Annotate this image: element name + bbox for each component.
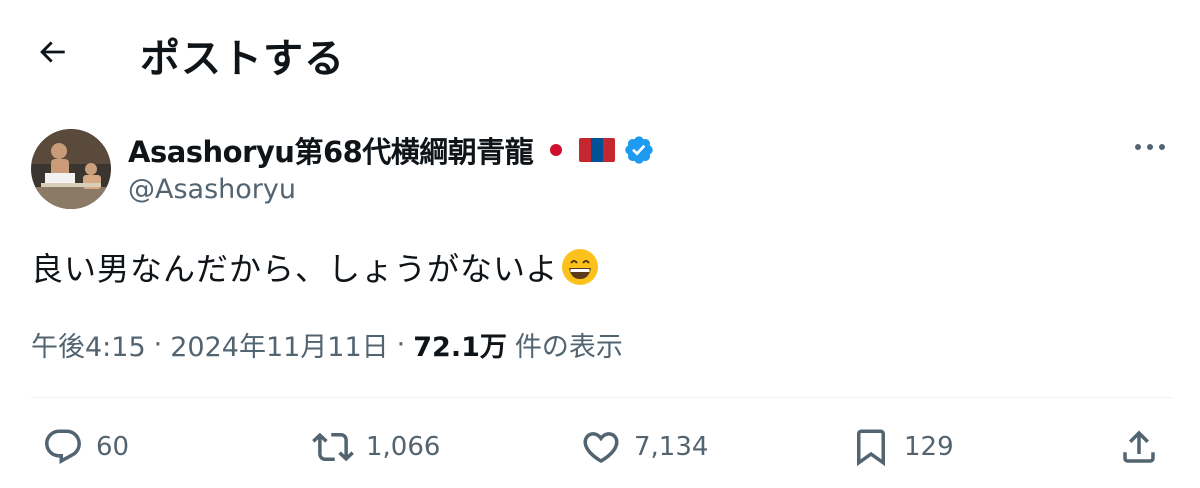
- post-text: 良い男なんだから、しょうがないよ: [31, 250, 559, 288]
- author-name-row[interactable]: Asashoryu第68代横綱朝青龍: [128, 130, 655, 170]
- japan-flag-icon: [541, 138, 571, 162]
- like-count: 7,134: [634, 432, 709, 462]
- action-bar: 60 1,066 7,134 129: [0, 420, 1200, 476]
- more-icon: [1135, 144, 1165, 150]
- reply-count: 60: [96, 432, 130, 462]
- back-button[interactable]: [28, 28, 76, 76]
- repost-button[interactable]: 1,066: [312, 426, 440, 468]
- post-time[interactable]: 午後4:15: [31, 325, 146, 364]
- view-count[interactable]: 72.1万: [413, 325, 507, 364]
- bookmark-button[interactable]: 129: [850, 426, 954, 468]
- view-count-label: 件の表示: [514, 332, 623, 363]
- avatar-photo: [31, 129, 111, 209]
- user-handle[interactable]: @Asashoryu: [128, 174, 296, 205]
- repost-count: 1,066: [366, 432, 441, 462]
- like-button[interactable]: 7,134: [580, 426, 708, 468]
- display-name[interactable]: Asashoryu第68代横綱朝青龍: [128, 129, 534, 171]
- verified-badge-icon: [625, 136, 653, 164]
- repost-icon: [312, 432, 354, 462]
- share-button[interactable]: [1118, 426, 1160, 468]
- bookmark-count: 129: [904, 432, 954, 462]
- separator-dot: ·: [396, 329, 406, 360]
- post-meta: 午後4:15 · 2024年11月11日 · 72.1万 件の表示: [31, 325, 623, 364]
- reply-icon: [45, 429, 81, 464]
- arrow-left-icon: [40, 41, 65, 63]
- post-date[interactable]: 2024年11月11日: [170, 325, 388, 364]
- share-icon: [1123, 430, 1155, 463]
- more-options-button[interactable]: [1130, 135, 1170, 159]
- reply-button[interactable]: 60: [42, 426, 129, 468]
- divider: [31, 397, 1173, 398]
- avatar[interactable]: [31, 129, 111, 209]
- separator-dot: ·: [153, 329, 163, 360]
- heart-icon: [583, 432, 619, 464]
- post-body: 良い男なんだから、しょうがないよ: [31, 244, 600, 290]
- page-title: ポストする: [140, 36, 345, 82]
- bookmark-icon: [857, 429, 885, 467]
- mongolia-flag-icon: [579, 138, 616, 162]
- top-bar: ポストする: [0, 0, 1200, 100]
- grinning-face-icon: [562, 249, 599, 285]
